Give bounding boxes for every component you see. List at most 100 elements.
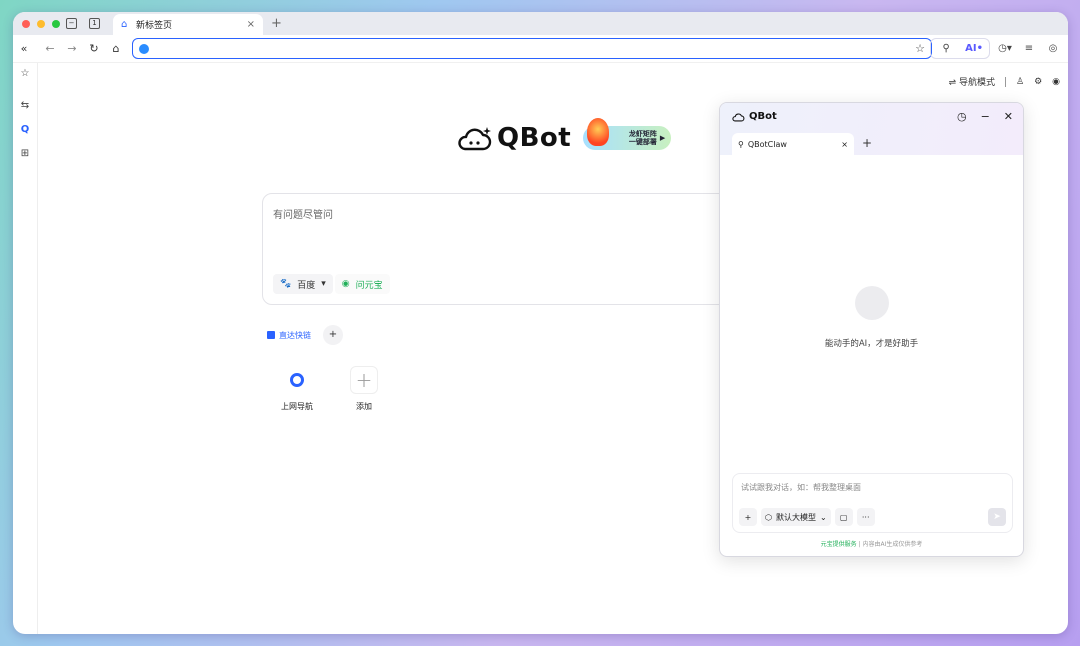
bookmark-star-icon[interactable]: ☆ <box>915 42 925 55</box>
sidebar-toggle-icon[interactable]: − <box>66 18 77 29</box>
model-selector[interactable]: ⬡ 默认大模型 ⌄ <box>761 508 831 526</box>
qbot-tab[interactable]: ⚲ QBotClaw × <box>732 133 854 155</box>
profile-icon[interactable]: ◎ <box>1044 43 1062 54</box>
toolbar-right: ⚲ AI• ◷▾ ≡ ◎ <box>930 38 1062 59</box>
promo-line-2: 一键部署 <box>628 138 657 146</box>
add-quicklink-group-button[interactable]: + <box>323 325 343 345</box>
claw-icon: ⚲ <box>738 139 744 149</box>
logo-text: QBot <box>497 123 572 153</box>
new-tab-button[interactable]: + <box>271 16 282 31</box>
q-logo-icon <box>290 373 304 387</box>
grid-icon <box>267 331 275 339</box>
tile-label: 上网导航 <box>281 402 313 411</box>
qbot-title: QBot <box>732 111 777 122</box>
chevron-down-icon: ⌄ <box>819 512 827 522</box>
close-icon[interactable]: ✕ <box>1004 110 1013 123</box>
navigation-bar: « ← → ↻ ⌂ ☆ ⚲ AI• ◷▾ ≡ ◎ <box>13 35 1068 63</box>
quicklink-tile-nav[interactable]: 上网导航 <box>272 365 322 412</box>
address-bar[interactable]: ☆ <box>132 38 932 59</box>
engine-yuanbao-label: 问元宝 <box>355 280 383 291</box>
page-tools: ⇌ 导航模式 ♙ ⚙ ◉ <box>949 75 1060 88</box>
address-input[interactable] <box>155 43 916 54</box>
cube-icon: ⬡ <box>765 512 772 522</box>
qbot-tab-title: QBotClaw <box>747 139 787 149</box>
yuanbao-icon: ◉ <box>341 279 350 289</box>
tab-bar: − 1 ⌂ 新标签页 × + <box>13 12 1068 35</box>
theme-shirt-icon[interactable]: ♙ <box>1016 77 1024 87</box>
ai-disclaimer-text: | 内容由AI生成仅供参考 <box>858 541 923 548</box>
quicklinks-header: 直达快链 + <box>267 325 343 345</box>
qbot-new-tab-button[interactable]: + <box>862 136 872 150</box>
ai-toolbar-group[interactable]: ⚲ AI• <box>930 38 990 59</box>
qbot-header: QBot ◷ − ✕ ⚲ QBotClaw × + <box>720 103 1023 155</box>
tile-icon-wrap <box>282 365 312 395</box>
more-button[interactable]: ··· <box>856 508 875 526</box>
engine-baidu-button[interactable]: 🐾 百度 ▾ <box>273 274 333 294</box>
tile-label: 添加 <box>356 402 372 411</box>
qbot-window-controls: ◷ − ✕ <box>957 110 1013 123</box>
maximize-window-button[interactable] <box>52 19 60 28</box>
eye-icon[interactable]: ◉ <box>1052 77 1060 87</box>
qbot-sidebar-icon[interactable]: Q <box>21 123 30 137</box>
attach-button[interactable]: + <box>739 508 757 526</box>
engine-baidu-label: 百度 <box>297 280 316 291</box>
ask-placeholder: 有问题尽管问 <box>273 210 333 221</box>
reload-button[interactable]: ↻ <box>83 42 105 55</box>
window-controls <box>22 19 60 28</box>
tab-new-tab[interactable]: ⌂ 新标签页 × <box>113 14 263 35</box>
clipboard-button[interactable]: ▢ <box>834 508 853 526</box>
tab-close-icon[interactable]: × <box>247 19 255 30</box>
qbot-tagline: 能动手的AI，才是好助手 <box>824 339 919 349</box>
promo-text: 龙虾矩阵 一键部署 <box>629 130 657 146</box>
ask-box[interactable]: 有问题尽管问 🐾 百度 ▾ ◉ 问元宝 <box>262 193 762 305</box>
home-button[interactable]: ⌂ <box>105 42 127 55</box>
nav-mode-button[interactable]: ⇌ 导航模式 <box>949 75 995 88</box>
engine-yuanbao-button[interactable]: ◉ 问元宝 <box>334 274 390 294</box>
tab-count-badge[interactable]: 1 <box>89 18 100 29</box>
tile-icon-wrap: + <box>349 365 379 395</box>
history-icon[interactable]: ◷▾ <box>996 43 1014 54</box>
chevron-down-icon: ▾ <box>321 279 326 289</box>
tab-close-icon[interactable]: × <box>841 140 848 149</box>
claw-icon[interactable]: ⚲ <box>937 43 955 54</box>
send-button[interactable]: ➤ <box>988 508 1006 526</box>
model-label: 默认大模型 <box>775 512 816 522</box>
divider <box>1004 76 1006 87</box>
qbot-chat-input[interactable]: 试试跟我对话，如：帮我整理桌面 + ⬡ 默认大模型 ⌄ ▢ ··· ➤ <box>732 473 1013 533</box>
cloud-logo-icon <box>458 127 492 151</box>
cloud-logo-icon <box>732 113 745 122</box>
home-icon: ⌂ <box>121 18 128 30</box>
paw-icon: 🐾 <box>280 279 292 289</box>
search-engine-icon <box>139 43 149 54</box>
add-panel-icon[interactable]: ⊞ <box>21 147 29 161</box>
qbot-panel: QBot ◷ − ✕ ⚲ QBotClaw × + 能动手的AI，才是好助手 试… <box>719 102 1024 557</box>
ai-button[interactable]: AI• <box>965 43 983 54</box>
chat-placeholder: 试试跟我对话，如：帮我整理桌面 <box>741 483 861 492</box>
qbot-footer: 元宝提供服务 | 内容由AI生成仅供参考 <box>720 539 1023 548</box>
quicklinks-tab[interactable]: 直达快链 <box>267 330 311 341</box>
favorites-star-icon[interactable]: ☆ <box>21 67 30 81</box>
tab-title: 新标签页 <box>136 21 173 31</box>
close-window-button[interactable] <box>22 19 30 28</box>
reading-list-icon[interactable]: ≡ <box>1020 43 1038 54</box>
settings-icon[interactable]: ⚙ <box>1034 77 1042 87</box>
back-button[interactable]: ← <box>39 42 61 55</box>
minimize-window-button[interactable] <box>37 19 45 28</box>
qbot-title-text: QBot <box>749 111 777 122</box>
lobster-mascot-icon <box>587 118 610 146</box>
quicklinks-label: 直达快链 <box>279 330 311 340</box>
swap-icon[interactable]: ⇆ <box>21 99 29 113</box>
forward-button[interactable]: → <box>61 42 83 55</box>
qbot-mascot-icon <box>855 286 889 320</box>
promo-banner[interactable]: 龙虾矩阵 一键部署 ▶ <box>583 118 672 150</box>
left-sidebar: ☆ ⇆ Q ⊞ <box>13 63 38 634</box>
collapse-sidebar-icon[interactable]: « <box>13 42 35 55</box>
service-provider-text: 元宝提供服务 <box>820 541 857 548</box>
play-icon: ▶ <box>659 134 666 142</box>
chat-toolbar: + ⬡ 默认大模型 ⌄ ▢ ··· <box>739 508 875 526</box>
minimize-icon[interactable]: − <box>981 110 990 123</box>
quicklink-tile-add[interactable]: + 添加 <box>339 365 389 412</box>
plus-icon: + <box>350 366 378 394</box>
history-icon[interactable]: ◷ <box>957 110 967 123</box>
engine-selector: 🐾 百度 ▾ ◉ 问元宝 <box>273 274 390 294</box>
